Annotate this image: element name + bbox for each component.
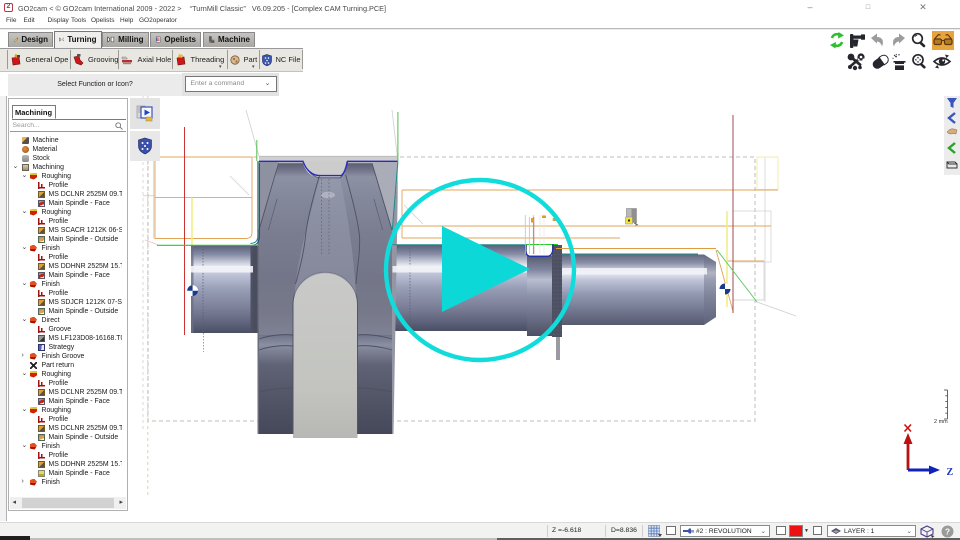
svg-text:2 mm: 2 mm — [934, 419, 948, 425]
svg-text:?: ? — [945, 526, 950, 536]
svg-text:Z: Z — [947, 467, 954, 478]
